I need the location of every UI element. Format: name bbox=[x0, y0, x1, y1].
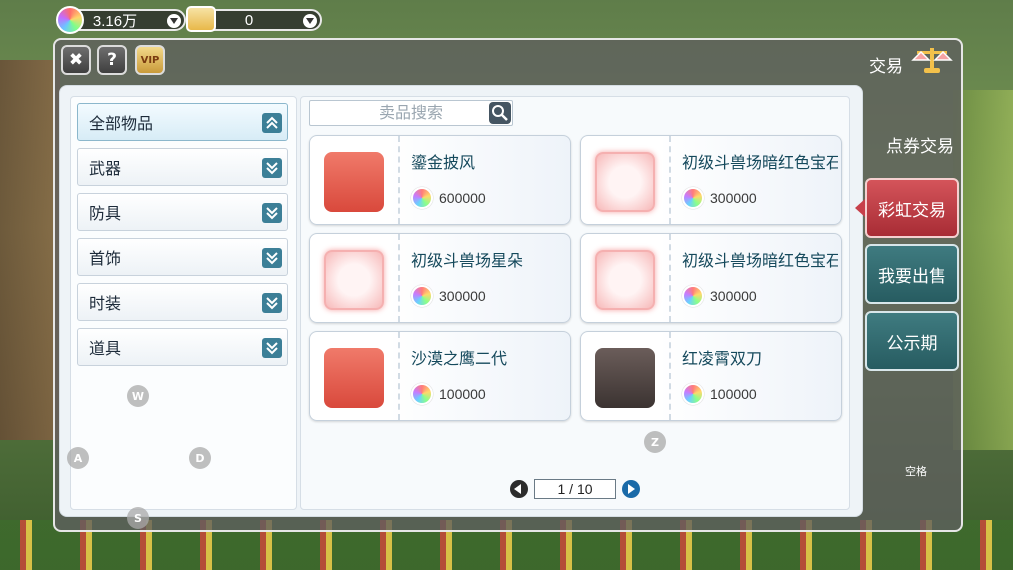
item-thumb-area bbox=[581, 332, 671, 420]
pistol-icon bbox=[324, 348, 384, 408]
pagination: 1 / 10 bbox=[301, 479, 849, 499]
item-price-value: 600000 bbox=[439, 190, 486, 206]
category-label: 武器 bbox=[89, 159, 122, 178]
category-weapons[interactable]: 武器 bbox=[77, 148, 288, 186]
item-price: 100000 bbox=[411, 383, 486, 405]
key-hint-w: W bbox=[127, 385, 149, 407]
rainbow-coin-icon bbox=[411, 187, 433, 209]
category-label: 时装 bbox=[89, 294, 122, 313]
item-price: 300000 bbox=[682, 285, 757, 307]
earrings-icon bbox=[595, 152, 655, 212]
search-input[interactable]: 卖品搜索 bbox=[309, 100, 513, 126]
key-hint-a: A bbox=[67, 447, 89, 469]
help-button[interactable]: ? bbox=[97, 45, 127, 75]
tab-sell[interactable]: 我要出售 bbox=[865, 244, 959, 304]
key-hint-z: Z bbox=[644, 431, 666, 453]
window-title: 交易 bbox=[869, 57, 903, 77]
scales-icon bbox=[911, 48, 953, 73]
key-hint-d: D bbox=[189, 447, 211, 469]
category-label: 首饰 bbox=[89, 249, 122, 268]
item-price: 300000 bbox=[682, 187, 757, 209]
item-name: 沙漠之鹰二代 bbox=[411, 349, 508, 368]
category-all[interactable]: 全部物品 bbox=[77, 103, 288, 141]
prev-page-button[interactable] bbox=[510, 480, 528, 498]
item-card[interactable]: 初级斗兽场星朵 300000 bbox=[309, 233, 571, 323]
item-thumb-area bbox=[310, 234, 400, 322]
background-building bbox=[0, 60, 60, 440]
item-price-value: 100000 bbox=[710, 386, 757, 402]
rainbow-coin-icon bbox=[682, 187, 704, 209]
page-indicator: 1 / 10 bbox=[534, 479, 616, 499]
category-armor[interactable]: 防具 bbox=[77, 193, 288, 231]
item-card[interactable]: 初级斗兽场暗红色宝石 300000 bbox=[580, 135, 842, 225]
category-list: 全部物品 武器 防具 首饰 时装 道具 bbox=[70, 96, 297, 510]
item-price: 100000 bbox=[682, 383, 757, 405]
item-thumb-area bbox=[581, 234, 671, 322]
close-icon: ✖ bbox=[68, 50, 84, 70]
item-price-value: 300000 bbox=[710, 190, 757, 206]
pendant-icon bbox=[324, 250, 384, 310]
active-tab-pointer bbox=[855, 199, 865, 217]
category-fashion[interactable]: 时装 bbox=[77, 283, 288, 321]
item-card[interactable]: 红凌霄双刀 100000 bbox=[580, 331, 842, 421]
rainbow-coin-icon bbox=[411, 285, 433, 307]
item-thumb-area bbox=[310, 136, 400, 224]
tab-public-period[interactable]: 公示期 bbox=[865, 311, 959, 371]
chevron-down-icon[interactable] bbox=[262, 248, 282, 268]
item-price: 600000 bbox=[411, 187, 486, 209]
item-name: 初级斗兽场星朵 bbox=[411, 251, 524, 270]
item-thumb-area bbox=[581, 136, 671, 224]
item-card[interactable]: 初级斗兽场暗红色宝石 300000 bbox=[580, 233, 842, 323]
chevron-down-icon[interactable] bbox=[262, 293, 282, 313]
item-price-value: 300000 bbox=[439, 288, 486, 304]
item-name: 初级斗兽场暗红色宝石 bbox=[682, 251, 838, 270]
item-name: 初级斗兽场暗红色宝石 bbox=[682, 153, 838, 172]
dual-blades-icon bbox=[595, 348, 655, 408]
chevron-down-icon[interactable] bbox=[303, 14, 317, 28]
vip-button[interactable]: VIP bbox=[135, 45, 165, 75]
vip-icon: VIP bbox=[140, 54, 160, 66]
trade-panel: 全部物品 武器 防具 首饰 时装 道具 卖品搜索 鎏金披风 600000 初级斗… bbox=[59, 85, 863, 529]
rainbow-currency-display[interactable]: 3.16万 bbox=[56, 6, 186, 34]
coupon-currency-display[interactable]: 0 bbox=[186, 6, 322, 32]
chevron-down-icon[interactable] bbox=[167, 14, 181, 28]
key-hint-space: 空格 bbox=[905, 465, 927, 478]
item-price-value: 300000 bbox=[710, 288, 757, 304]
item-list: 卖品搜索 鎏金披风 600000 初级斗兽场暗红色宝石 300000 初级斗兽场… bbox=[300, 96, 850, 510]
coupon-ticket-icon bbox=[186, 6, 216, 32]
item-thumb-area bbox=[310, 332, 400, 420]
trade-window: ✖ ? VIP 交易 全部物品 武器 防具 首饰 时装 道具 卖品搜索 鎏金披风… bbox=[53, 38, 963, 532]
search-icon[interactable] bbox=[489, 102, 511, 124]
chevron-down-icon[interactable] bbox=[262, 338, 282, 358]
rainbow-coin-icon bbox=[56, 6, 84, 34]
next-page-button[interactable] bbox=[622, 480, 640, 498]
tab-rainbow-trade[interactable]: 彩虹交易 bbox=[865, 178, 959, 238]
chevron-down-icon[interactable] bbox=[262, 158, 282, 178]
rainbow-coin-icon bbox=[682, 285, 704, 307]
item-card[interactable]: 沙漠之鹰二代 100000 bbox=[309, 331, 571, 421]
rainbow-coin-icon bbox=[682, 383, 704, 405]
item-name: 红凌霄双刀 bbox=[682, 349, 763, 368]
rainbow-coin-icon bbox=[411, 383, 433, 405]
category-label: 道具 bbox=[89, 339, 122, 358]
key-hint-s: S bbox=[127, 507, 149, 529]
category-accessories[interactable]: 首饰 bbox=[77, 238, 288, 276]
ring-icon bbox=[595, 250, 655, 310]
category-items[interactable]: 道具 bbox=[77, 328, 288, 366]
cape-icon bbox=[324, 152, 384, 212]
search-placeholder: 卖品搜索 bbox=[378, 103, 443, 122]
item-name: 鎏金披风 bbox=[411, 153, 476, 172]
item-price-value: 100000 bbox=[439, 386, 486, 402]
chevron-down-icon[interactable] bbox=[262, 203, 282, 223]
item-card[interactable]: 鎏金披风 600000 bbox=[309, 135, 571, 225]
tab-coupon-trade[interactable]: 点券交易 bbox=[875, 132, 965, 157]
chevron-up-icon[interactable] bbox=[262, 113, 282, 133]
category-label: 防具 bbox=[89, 204, 122, 223]
item-price: 300000 bbox=[411, 285, 486, 307]
category-label: 全部物品 bbox=[89, 114, 154, 133]
help-icon: ? bbox=[107, 50, 117, 70]
close-button[interactable]: ✖ bbox=[61, 45, 91, 75]
